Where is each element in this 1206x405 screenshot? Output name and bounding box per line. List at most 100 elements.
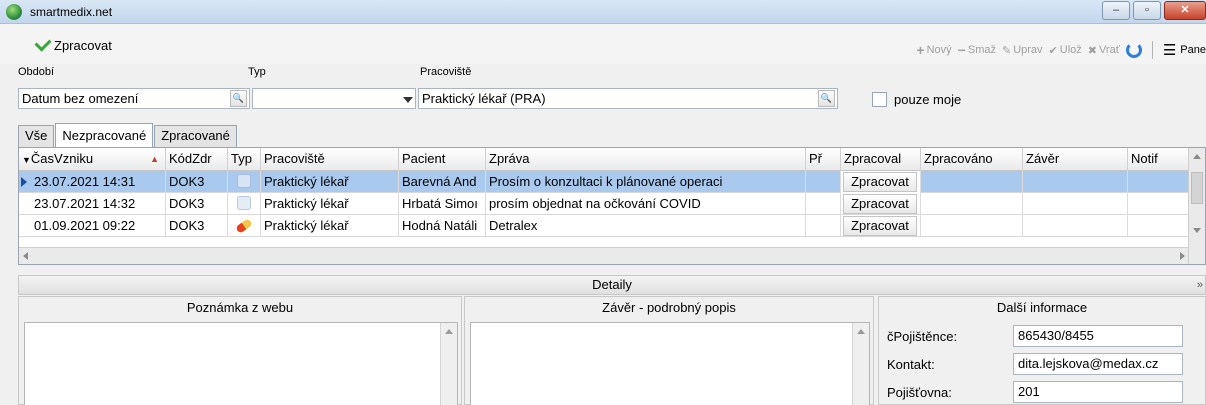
- cell-type: [228, 193, 261, 215]
- scroll-up-icon[interactable]: [857, 329, 865, 334]
- cell-attachment: [806, 171, 841, 193]
- checkmark-icon: [34, 34, 52, 52]
- table-row[interactable]: 23.07.2021 14:31 DOK3 Praktický lékař Ba…: [19, 171, 1189, 193]
- toolbar-separator: [1151, 41, 1153, 59]
- type-dropdown-icon[interactable]: [403, 97, 413, 103]
- panel-label: Pane: [1180, 44, 1206, 56]
- save-button[interactable]: ✔ Ulož: [1049, 44, 1082, 57]
- insured-number-field[interactable]: 865430/8455: [1013, 325, 1183, 347]
- pill-icon: [235, 218, 253, 234]
- column-type[interactable]: Typ: [228, 148, 261, 171]
- window-title: smartmedix.net: [30, 5, 113, 19]
- grid-header: ▼ČasVzniku ▲ KódZdr Typ Pracoviště Pacie…: [19, 148, 1189, 171]
- details-label: Detaily: [592, 277, 632, 292]
- process-row-button[interactable]: Zpracovat: [843, 172, 917, 192]
- column-patient[interactable]: Pacient: [399, 148, 486, 171]
- period-value: Datum bez omezení: [22, 91, 139, 106]
- toolbar: Zpracovat + Nový − Smaž ✎ Uprav ✔ Ulož ✖ Vrať…: [0, 24, 1206, 64]
- scroll-left-icon[interactable]: [23, 252, 28, 260]
- column-notification[interactable]: Notif: [1128, 148, 1189, 171]
- revert-button[interactable]: ✖ Vrať: [1088, 44, 1120, 57]
- cell-processed-by: Zpracovat: [841, 171, 921, 193]
- column-attachment[interactable]: Př: [806, 148, 841, 171]
- column-processed-by[interactable]: Zpracoval: [841, 148, 921, 171]
- minus-icon: −: [957, 42, 966, 58]
- column-created-time[interactable]: ▼ČasVzniku ▲: [19, 148, 166, 171]
- app-globe-icon: [6, 4, 22, 20]
- cell-created-time: 23.07.2021 14:31: [31, 171, 166, 193]
- period-field[interactable]: Datum bez omezení 🔍: [18, 88, 250, 109]
- table-row[interactable]: 23.07.2021 14:32 DOK3 Praktický lékař Hr…: [19, 193, 1189, 215]
- collapse-chevron-icon[interactable]: »: [1197, 276, 1203, 294]
- type-select[interactable]: [252, 88, 416, 109]
- cell-processed-at: [921, 193, 1023, 215]
- web-note-scrollbar[interactable]: [440, 323, 457, 405]
- new-button[interactable]: + Nový: [916, 42, 951, 58]
- cell-attachment: [806, 215, 841, 237]
- insurer-field[interactable]: 201: [1013, 381, 1183, 403]
- tab-processed[interactable]: Zpracované: [154, 125, 237, 147]
- close-button[interactable]: ✕: [1164, 1, 1206, 20]
- minimize-button[interactable]: –: [1102, 1, 1130, 20]
- tab-all[interactable]: Vše: [18, 125, 55, 147]
- cell-workplace: Praktický lékař: [261, 215, 399, 237]
- edit-label: Uprav: [1013, 44, 1043, 56]
- cell-notification: [1128, 171, 1189, 193]
- scroll-thumb[interactable]: [1191, 172, 1203, 204]
- workplace-value: Praktický lékař (PRA): [422, 91, 546, 106]
- conclusion-scrollbar[interactable]: [852, 323, 869, 405]
- web-note-textarea[interactable]: [24, 322, 458, 405]
- scroll-right-icon[interactable]: [1180, 252, 1185, 260]
- panel-button[interactable]: ☰ Pane: [1163, 41, 1206, 59]
- edit-button[interactable]: ✎ Uprav: [1002, 44, 1043, 57]
- process-row-button[interactable]: Zpracovat: [843, 194, 917, 214]
- type-label: Typ: [248, 66, 266, 78]
- process-row-button[interactable]: Zpracovat: [843, 216, 917, 236]
- more-info-panel: Další informace čPojištěnce: 865430/8455…: [878, 296, 1206, 405]
- contact-field[interactable]: dita.lejskova@medax.cz: [1013, 353, 1183, 375]
- workplace-lookup-icon[interactable]: 🔍: [818, 90, 835, 107]
- cell-code: DOK3: [166, 193, 228, 215]
- cell-type: [228, 215, 261, 237]
- workplace-field[interactable]: Praktický lékař (PRA) 🔍: [418, 88, 838, 109]
- period-label: Období: [18, 66, 55, 78]
- workplace-label: Pracoviště: [420, 66, 472, 78]
- process-button[interactable]: Zpracovat: [34, 34, 112, 53]
- conclusion-title: Závěr - podrobný popis: [602, 300, 736, 315]
- cell-conclusion: [1023, 171, 1128, 193]
- scroll-down-icon[interactable]: [1193, 228, 1201, 233]
- insurer-label: Pojišťovna:: [887, 385, 952, 400]
- insured-number-row: čPojištěnce: 865430/8455: [887, 325, 1197, 349]
- only-mine-checkbox[interactable]: [872, 92, 887, 107]
- x-icon: ✖: [1087, 44, 1097, 57]
- contact-label: Kontakt:: [887, 357, 935, 372]
- web-note-panel: Poznámka z webu: [18, 296, 462, 405]
- cell-created-time: 01.09.2021 09:22: [31, 215, 166, 237]
- cell-processed-by: Zpracovat: [841, 215, 921, 237]
- cell-created-time: 23.07.2021 14:32: [31, 193, 166, 215]
- column-workplace[interactable]: Pracoviště: [261, 148, 399, 171]
- delete-button[interactable]: − Smaž: [958, 42, 996, 58]
- sort-ascending-icon: ▲: [150, 154, 159, 164]
- column-message[interactable]: Zpráva: [486, 148, 806, 171]
- pencil-icon: ✎: [1001, 44, 1012, 57]
- grid-vertical-scrollbar[interactable]: [1188, 148, 1205, 264]
- conclusion-textarea[interactable]: [470, 322, 870, 405]
- column-conclusion[interactable]: Závěr: [1023, 148, 1128, 171]
- period-lookup-icon[interactable]: 🔍: [230, 90, 247, 107]
- maximize-button[interactable]: ▫: [1133, 1, 1161, 20]
- web-note-title: Poznámka z webu: [186, 300, 294, 315]
- table-row[interactable]: 01.09.2021 09:22 DOK3 Praktický lékař Ho…: [19, 215, 1189, 237]
- column-processed-at[interactable]: Zpracováno: [921, 148, 1023, 171]
- scroll-up-icon[interactable]: [445, 329, 453, 334]
- new-label: Nový: [926, 44, 952, 56]
- cell-patient: Hodná Natáli: [399, 215, 486, 237]
- refresh-icon[interactable]: [1125, 42, 1142, 58]
- insured-number-label: čPojištěnce:: [887, 329, 958, 344]
- details-bar[interactable]: Detaily »: [18, 275, 1206, 295]
- grid-horizontal-scrollbar[interactable]: [19, 247, 1189, 264]
- column-code[interactable]: KódZdr: [166, 148, 228, 171]
- scroll-up-icon[interactable]: [1193, 154, 1201, 159]
- tab-unprocessed[interactable]: Nezpracované: [55, 123, 154, 147]
- column-menu-icon[interactable]: ▼: [22, 155, 31, 165]
